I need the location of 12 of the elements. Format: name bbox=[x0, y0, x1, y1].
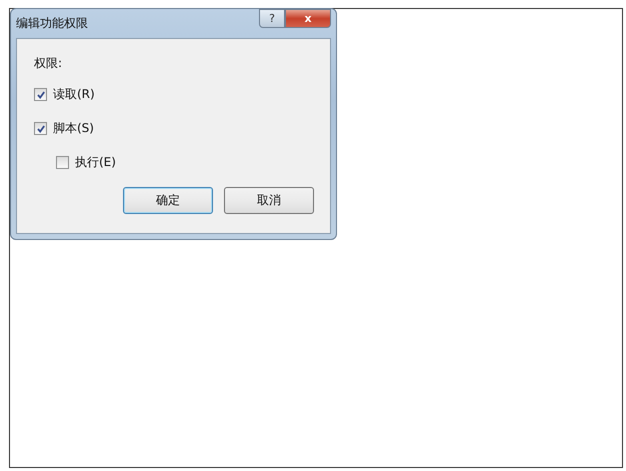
checkbox-option[interactable]: 执行(E) bbox=[56, 154, 116, 171]
checkbox[interactable] bbox=[34, 122, 47, 135]
checkbox[interactable] bbox=[34, 88, 47, 101]
help-button[interactable]: ? bbox=[259, 9, 285, 28]
ok-button[interactable]: 确定 bbox=[123, 187, 213, 214]
cancel-button[interactable]: 取消 bbox=[224, 187, 314, 214]
checkbox-option[interactable]: 读取(R) bbox=[34, 86, 95, 103]
group-label: 权限: bbox=[34, 55, 64, 72]
close-button[interactable]: x bbox=[285, 9, 331, 28]
checkbox-option[interactable]: 脚本(S) bbox=[34, 120, 94, 137]
checkbox[interactable] bbox=[56, 156, 69, 169]
window-title: 编辑功能权限 bbox=[16, 15, 88, 32]
